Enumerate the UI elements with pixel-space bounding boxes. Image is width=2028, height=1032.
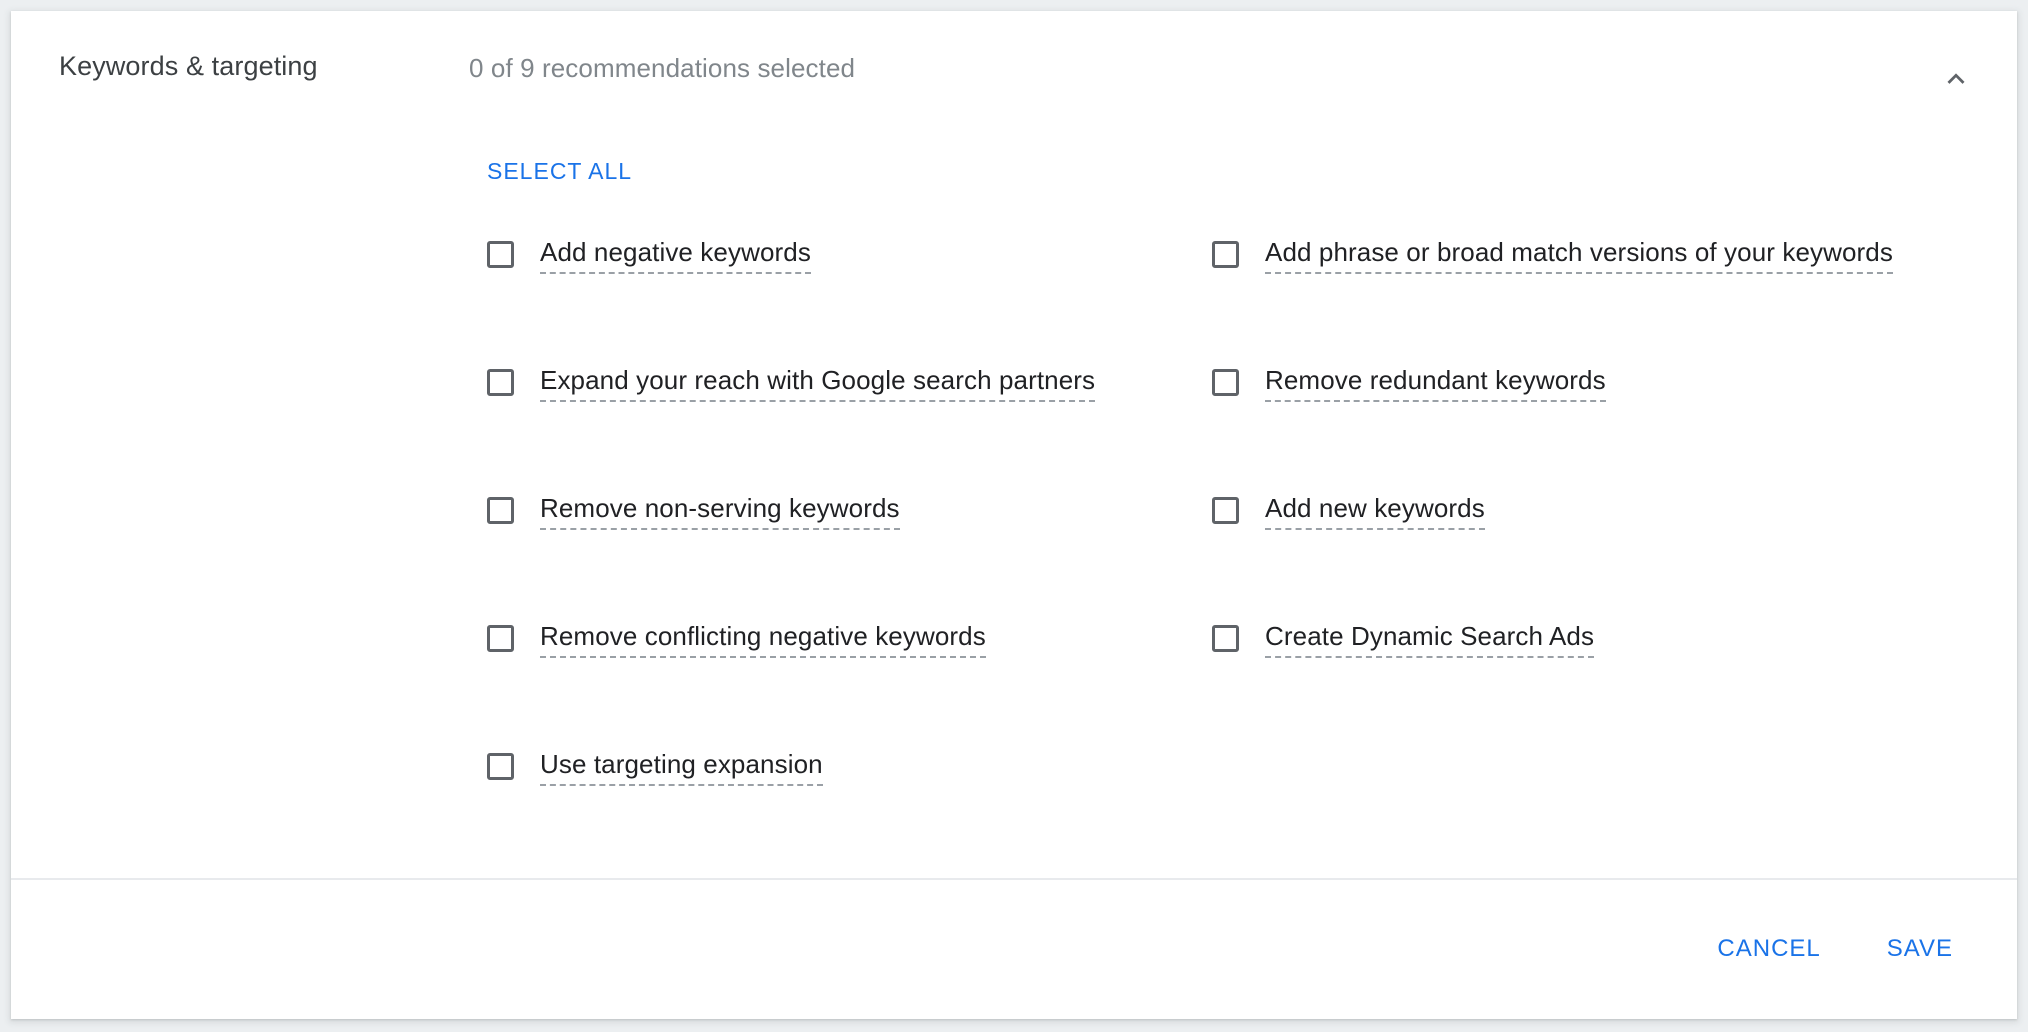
recommendation-item[interactable]: Add negative keywords	[487, 226, 1212, 354]
recommendation-label[interactable]: Add phrase or broad match versions of yo…	[1265, 238, 1893, 274]
recommendation-row: Expand your reach with Google search par…	[487, 354, 1937, 482]
recommendation-item[interactable]: Use targeting expansion	[487, 738, 1212, 866]
recommendation-row: Remove non-serving keywords Add new keyw…	[487, 482, 1937, 610]
recommendation-item[interactable]: Remove redundant keywords	[1212, 354, 1937, 482]
selection-count-status: 0 of 9 recommendations selected	[469, 53, 855, 84]
recommendation-checkbox[interactable]	[1212, 241, 1239, 268]
recommendation-checkbox[interactable]	[487, 625, 514, 652]
recommendation-item[interactable]: Expand your reach with Google search par…	[487, 354, 1212, 482]
recommendation-label[interactable]: Remove redundant keywords	[1265, 366, 1606, 402]
recommendation-item[interactable]: Create Dynamic Search Ads	[1212, 610, 1937, 738]
select-all-button[interactable]: SELECT ALL	[487, 158, 632, 185]
recommendation-checkbox[interactable]	[1212, 369, 1239, 396]
recommendation-item[interactable]: Add new keywords	[1212, 482, 1937, 610]
recommendation-item[interactable]: Remove conflicting negative keywords	[487, 610, 1212, 738]
recommendation-checkbox[interactable]	[487, 241, 514, 268]
recommendation-checkbox[interactable]	[487, 753, 514, 780]
page-title: Keywords & targeting	[59, 51, 318, 82]
recommendations-grid: Add negative keywords Add phrase or broa…	[487, 226, 1937, 866]
chevron-up-icon	[1939, 62, 1973, 96]
recommendation-row: Remove conflicting negative keywords Cre…	[487, 610, 1937, 738]
card-footer: CANCEL SAVE	[11, 880, 2017, 1017]
recommendation-label[interactable]: Create Dynamic Search Ads	[1265, 622, 1594, 658]
recommendation-item[interactable]: Add phrase or broad match versions of yo…	[1212, 226, 1937, 354]
recommendation-label[interactable]: Use targeting expansion	[540, 750, 823, 786]
recommendation-checkbox[interactable]	[1212, 497, 1239, 524]
cancel-button[interactable]: CANCEL	[1695, 925, 1842, 973]
recommendation-label[interactable]: Remove non-serving keywords	[540, 494, 900, 530]
recommendation-label[interactable]: Remove conflicting negative keywords	[540, 622, 986, 658]
recommendation-label[interactable]: Expand your reach with Google search par…	[540, 366, 1095, 402]
recommendation-checkbox[interactable]	[1212, 625, 1239, 652]
keywords-targeting-card: Keywords & targeting 0 of 9 recommendati…	[11, 11, 2017, 1019]
recommendation-checkbox[interactable]	[487, 497, 514, 524]
card-body: Keywords & targeting 0 of 9 recommendati…	[11, 11, 2017, 878]
recommendation-row: Use targeting expansion	[487, 738, 1937, 866]
recommendation-checkbox[interactable]	[487, 369, 514, 396]
recommendation-label[interactable]: Add new keywords	[1265, 494, 1485, 530]
collapse-section-button[interactable]	[1928, 51, 1984, 107]
recommendation-row: Add negative keywords Add phrase or broa…	[487, 226, 1937, 354]
save-button[interactable]: SAVE	[1865, 925, 1975, 973]
recommendation-label[interactable]: Add negative keywords	[540, 238, 811, 274]
recommendation-item[interactable]: Remove non-serving keywords	[487, 482, 1212, 610]
